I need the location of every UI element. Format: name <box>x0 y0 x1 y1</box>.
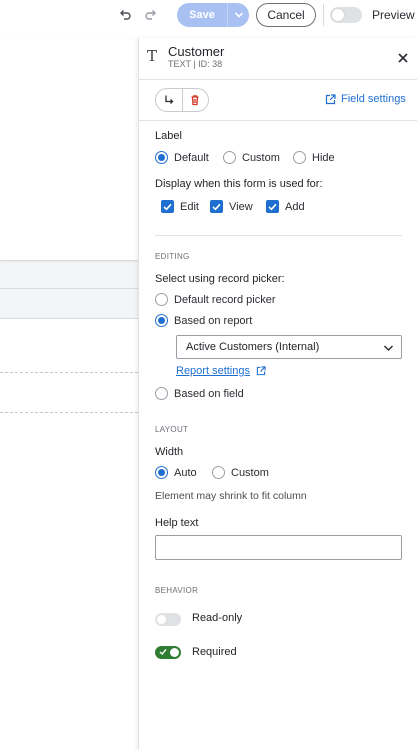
display-edit-checkbox[interactable]: Edit <box>161 200 199 213</box>
radio-selected <box>155 314 168 327</box>
move-field-button[interactable] <box>156 89 182 111</box>
canvas-divider <box>0 288 138 289</box>
form-canvas <box>0 38 138 750</box>
width-option-custom[interactable]: Custom <box>212 466 269 479</box>
save-button-group: Save <box>177 3 249 27</box>
preview-label: Preview <box>372 8 415 22</box>
trash-icon <box>191 95 199 106</box>
field-title: Customer <box>168 44 225 59</box>
radio-unselected <box>155 387 168 400</box>
option-label: Auto <box>174 466 197 479</box>
label-option-custom[interactable]: Custom <box>223 151 280 164</box>
option-label: Custom <box>242 151 280 164</box>
display-add-checkbox[interactable]: Add <box>266 200 305 213</box>
canvas-drop-zone <box>0 412 138 413</box>
field-settings-panel: T Customer TEXT | ID: 38 Field settings … <box>138 38 417 750</box>
checkbox-checked <box>161 200 174 213</box>
radio-unselected <box>223 151 236 164</box>
layout-section-title: LAYOUT <box>155 425 189 434</box>
check-icon <box>159 649 167 656</box>
canvas-divider <box>0 318 138 319</box>
top-toolbar: Save Cancel Preview <box>0 0 417 30</box>
help-text-heading: Help text <box>155 517 199 529</box>
required-toggle[interactable] <box>155 646 181 659</box>
field-type-id: TEXT | ID: 38 <box>168 59 223 69</box>
panel-divider <box>139 120 417 121</box>
panel-header: T Customer TEXT | ID: 38 <box>139 38 417 80</box>
checkbox-checked <box>210 200 223 213</box>
report-settings-label: Report settings <box>176 365 250 377</box>
field-settings-label: Field settings <box>341 93 406 105</box>
radio-selected <box>155 466 168 479</box>
arrow-turn-right-icon <box>165 95 174 104</box>
option-label: Hide <box>312 151 335 164</box>
canvas-drop-zone <box>0 372 138 373</box>
report-settings-link[interactable]: Report settings <box>176 365 266 377</box>
option-label: Based on field <box>174 387 244 400</box>
chevron-down-icon <box>234 12 243 18</box>
external-link-icon <box>256 366 266 376</box>
behavior-section-title: BEHAVIOR <box>155 586 199 595</box>
toolbar-divider <box>323 4 324 26</box>
report-select[interactable]: Active Customers (Internal) <box>176 335 402 359</box>
width-heading: Width <box>155 446 184 458</box>
width-option-auto[interactable]: Auto <box>155 466 197 479</box>
option-label: Default record picker <box>174 293 276 306</box>
redo-icon[interactable] <box>142 6 160 24</box>
option-label: View <box>229 200 253 213</box>
field-settings-link[interactable]: Field settings <box>325 93 406 105</box>
preview-toggle[interactable] <box>330 7 362 23</box>
display-when-heading: Display when this form is used for: <box>155 178 323 190</box>
option-label: Add <box>285 200 305 213</box>
editing-section-title: EDITING <box>155 252 190 261</box>
save-button[interactable]: Save <box>177 3 227 27</box>
radio-unselected <box>293 151 306 164</box>
label-heading: Label <box>155 130 182 142</box>
section-divider <box>155 235 402 236</box>
help-text-input[interactable] <box>155 535 402 560</box>
option-label: Edit <box>180 200 199 213</box>
checkbox-checked <box>266 200 279 213</box>
text-field-type-icon: T <box>147 47 158 65</box>
option-label: Default <box>174 151 209 164</box>
option-label: Based on report <box>174 314 253 327</box>
record-picker-heading: Select using record picker: <box>155 273 285 285</box>
undo-icon[interactable] <box>116 6 134 24</box>
external-link-icon <box>325 93 336 104</box>
delete-field-button[interactable] <box>181 89 208 111</box>
required-label: Required <box>192 646 237 658</box>
width-hint: Element may shrink to fit column <box>155 490 307 502</box>
label-option-default[interactable]: Default <box>155 151 209 164</box>
picker-option-based-on-report[interactable]: Based on report <box>155 314 252 327</box>
read-only-label: Read-only <box>192 612 243 624</box>
picker-option-default[interactable]: Default record picker <box>155 293 276 306</box>
cancel-button[interactable]: Cancel <box>256 3 316 27</box>
chevron-down-icon <box>383 342 394 356</box>
canvas-form-card[interactable] <box>0 38 138 260</box>
field-action-group <box>155 88 209 112</box>
radio-unselected <box>155 293 168 306</box>
close-icon[interactable] <box>396 51 410 65</box>
radio-selected <box>155 151 168 164</box>
picker-option-based-on-field[interactable]: Based on field <box>155 387 244 400</box>
display-view-checkbox[interactable]: View <box>210 200 253 213</box>
toggle-knob <box>170 648 179 657</box>
canvas-form-area <box>0 318 138 750</box>
toggle-knob <box>157 615 166 624</box>
option-label: Custom <box>231 466 269 479</box>
label-option-hide[interactable]: Hide <box>293 151 335 164</box>
save-options-button[interactable] <box>227 3 249 27</box>
report-select-value: Active Customers (Internal) <box>186 341 320 353</box>
radio-unselected <box>212 466 225 479</box>
read-only-toggle[interactable] <box>155 613 181 626</box>
